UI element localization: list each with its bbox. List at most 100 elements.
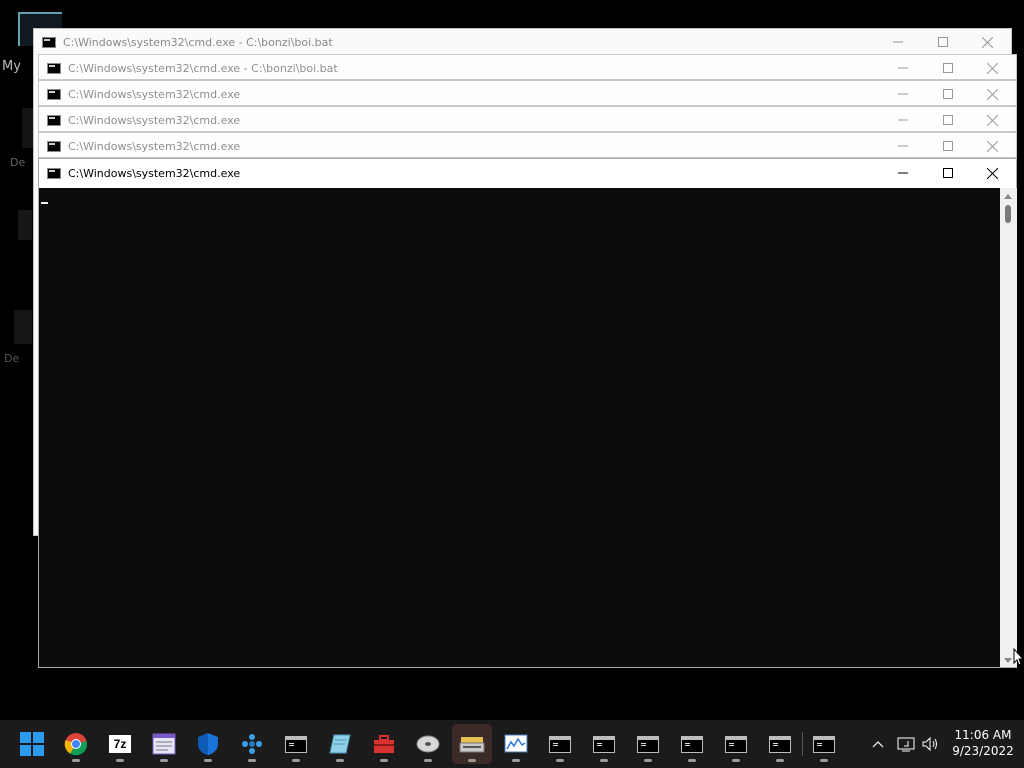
cmd-icon [593,735,615,753]
running-indicator [424,759,432,762]
taskbar-cmd-5[interactable] [672,724,712,764]
maximize-icon [942,89,953,99]
cmd-icon [813,735,835,753]
network-status-button[interactable] [894,720,918,768]
scroll-thumb[interactable] [1005,205,1011,223]
maximize-button[interactable] [925,133,970,159]
close-icon [987,62,998,74]
window-titlebar[interactable]: C:\Windows\system32\cmd.exe [39,81,1016,107]
window-title: C:\Windows\system32\cmd.exe [68,139,241,153]
maximize-icon [942,115,953,125]
cmd-icon [637,735,659,753]
window-titlebar[interactable]: C:\Windows\system32\cmd.exe [39,159,1016,187]
taskbar-chrome[interactable] [56,724,96,764]
minimize-icon [897,172,908,174]
scroll-up-arrow-icon[interactable] [1004,194,1012,199]
maximize-icon [937,37,948,47]
cmd-icon [47,88,61,100]
network-icon [242,734,262,754]
window-titlebar[interactable]: C:\Windows\system32\cmd.exe - C:\bonzi\b… [39,55,1016,81]
console-output[interactable] [39,188,1000,667]
minimize-button[interactable] [880,107,925,133]
taskbar-network-app[interactable] [232,724,272,764]
minimize-button[interactable] [880,133,925,159]
desktop-icon-label: De [4,352,20,365]
disc-icon [416,735,440,753]
window-titlebar[interactable]: C:\Windows\system32\cmd.exe - C:\bonzi\b… [34,29,1011,55]
close-button[interactable] [970,159,1015,187]
close-button[interactable] [970,55,1015,81]
taskbar-cmd-3[interactable] [584,724,624,764]
maximize-button[interactable] [925,55,970,81]
monitor-icon [504,734,528,753]
clock-time: 11:06 AM [954,728,1012,742]
vertical-scrollbar[interactable] [1000,188,1017,667]
volume-button[interactable] [918,720,942,768]
cmd-window-4[interactable]: C:\Windows\system32\cmd.exe [38,106,1017,132]
minimize-button[interactable] [880,81,925,107]
show-hidden-icons-button[interactable] [866,720,890,768]
taskbar-notepad[interactable] [320,724,360,764]
network-status-icon [897,737,915,752]
desktop-icon[interactable] [18,210,32,240]
clock[interactable]: 11:06 AM 9/23/2022 [948,727,1018,759]
taskbar-cmd-6[interactable] [716,724,756,764]
close-button[interactable] [970,81,1015,107]
cmd-icon [549,735,571,753]
close-icon [987,114,998,126]
maximize-button[interactable] [925,159,970,187]
minimize-button[interactable] [880,159,925,187]
maximize-button[interactable] [920,29,965,55]
close-button[interactable] [965,29,1010,55]
taskbar-separator [802,732,803,756]
taskbar-app-window[interactable] [144,724,184,764]
maximize-icon [942,63,953,73]
running-indicator [248,759,256,762]
minimize-button[interactable] [875,29,920,55]
taskbar-cmd-2[interactable] [540,724,580,764]
taskbar-cmd-4[interactable] [628,724,668,764]
close-icon [987,140,998,152]
window-title: C:\Windows\system32\cmd.exe - C:\bonzi\b… [68,61,338,75]
taskbar-cmd-7[interactable] [760,724,800,764]
running-indicator [292,759,300,762]
maximize-button[interactable] [925,81,970,107]
window-title: C:\Windows\system32\cmd.exe [68,166,241,180]
taskbar-scanner-app[interactable] [452,724,492,764]
running-indicator [380,759,388,762]
taskbar-disc-app[interactable] [408,724,448,764]
taskbar-cmd-1[interactable] [276,724,316,764]
minimize-button[interactable] [880,55,925,81]
cmd-window-active[interactable]: C:\Windows\system32\cmd.exe [38,158,1017,668]
toolbox-icon [374,735,394,753]
window-titlebar[interactable]: C:\Windows\system32\cmd.exe [39,133,1016,159]
close-button[interactable] [970,107,1015,133]
taskbar-monitor-app[interactable] [496,724,536,764]
taskbar-7zip[interactable]: 7z [100,724,140,764]
running-indicator [688,759,696,762]
cmd-icon [681,735,703,753]
running-indicator [556,759,564,762]
maximize-icon [942,141,953,151]
desktop-icon-label: De [10,156,26,169]
window-title: C:\Windows\system32\cmd.exe [68,113,241,127]
desktop-icon[interactable] [14,310,32,344]
cmd-window-5[interactable]: C:\Windows\system32\cmd.exe [38,132,1017,158]
cmd-icon [285,735,307,753]
cmd-icon [725,735,747,753]
start-button[interactable] [12,724,52,764]
maximize-icon [942,168,953,178]
scroll-down-arrow-icon[interactable] [1004,658,1012,663]
cmd-window-3[interactable]: C:\Windows\system32\cmd.exe [38,80,1017,106]
cmd-window-2[interactable]: C:\Windows\system32\cmd.exe - C:\bonzi\b… [38,54,1017,80]
running-indicator [600,759,608,762]
taskbar: 7z 11:06 AM 9/23/2022 [0,720,1024,768]
taskbar-cmd-8[interactable] [804,724,844,764]
window-titlebar[interactable]: C:\Windows\system32\cmd.exe [39,107,1016,133]
close-button[interactable] [970,133,1015,159]
taskbar-toolbox[interactable] [364,724,404,764]
maximize-button[interactable] [925,107,970,133]
cmd-icon [47,167,61,179]
running-indicator [72,759,80,762]
taskbar-defender[interactable] [188,724,228,764]
